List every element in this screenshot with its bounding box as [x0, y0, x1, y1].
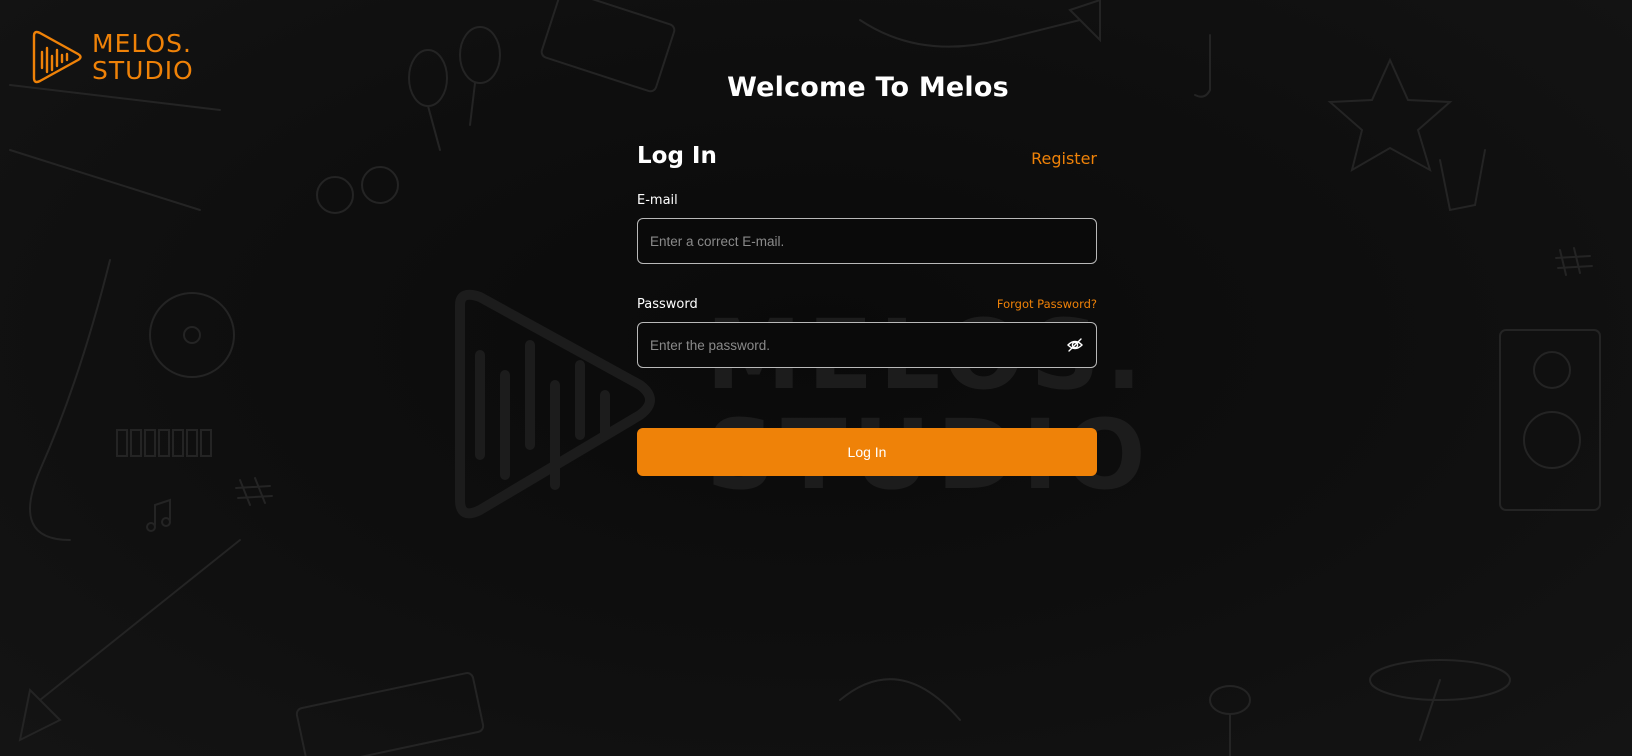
register-link[interactable]: Register — [1031, 149, 1097, 168]
password-field[interactable] — [648, 336, 1066, 354]
forgot-password-link[interactable]: Forgot Password? — [997, 297, 1097, 311]
eye-off-icon[interactable] — [1066, 336, 1084, 354]
password-label-row: Password Forgot Password? — [637, 294, 1097, 314]
login-button[interactable]: Log In — [637, 428, 1097, 476]
form-title: Log In — [637, 143, 717, 169]
password-label: Password — [637, 296, 698, 312]
login-page: MELOS. STUDIO MELOS. STUDIO Welcome To M… — [0, 0, 1632, 756]
login-form: Log In Register E-mail Password Forgot P… — [637, 138, 1097, 476]
page-title: Welcome To Melos — [727, 72, 1009, 103]
brand-name-line-1: MELOS. — [92, 29, 192, 58]
email-label-row: E-mail — [637, 190, 1097, 210]
password-field-box[interactable] — [637, 322, 1097, 368]
form-header: Log In Register — [637, 138, 1097, 174]
email-label: E-mail — [637, 192, 678, 208]
email-field[interactable] — [648, 232, 1086, 250]
watermark-logo-icon — [455, 289, 655, 519]
email-field-box[interactable] — [637, 218, 1097, 264]
